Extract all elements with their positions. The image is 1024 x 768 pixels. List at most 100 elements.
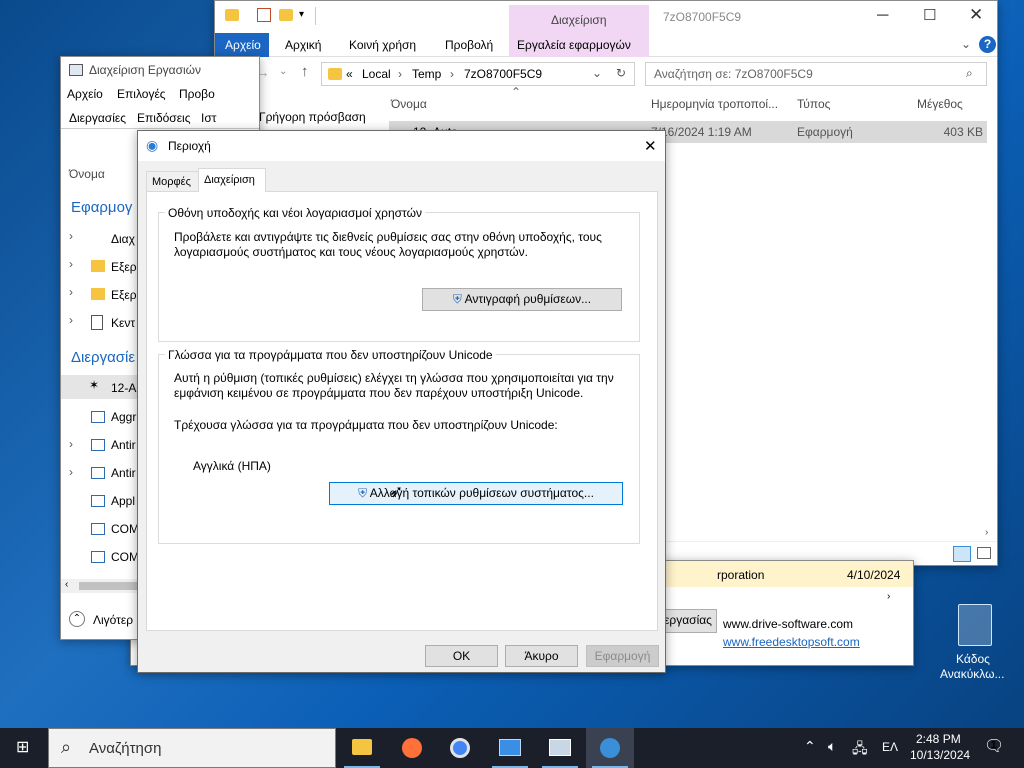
- breadcrumb-overflow[interactable]: «: [346, 67, 353, 81]
- chevron-up-icon[interactable]: ⌃: [69, 611, 85, 627]
- expand-icon[interactable]: ›: [69, 285, 73, 299]
- list-item[interactable]: Εξερ: [111, 288, 137, 302]
- current-language-value: Αγγλικά (ΗΠΑ): [193, 459, 271, 473]
- column-type[interactable]: Τύπος: [797, 97, 830, 111]
- address-bar[interactable]: « Local › Temp › 7zO8700F5C9 ⌄ ↻: [321, 62, 635, 86]
- menu-view[interactable]: Προβο: [179, 87, 215, 101]
- list-item[interactable]: COM: [111, 522, 139, 536]
- tab-app-tools[interactable]: Εργαλεία εφαρμογών: [509, 33, 649, 57]
- menu-file[interactable]: Αρχείο: [67, 87, 103, 101]
- list-item[interactable]: Aggr: [111, 410, 136, 424]
- taskbar-firefox[interactable]: [388, 728, 436, 768]
- list-item[interactable]: Εξερ: [111, 260, 137, 274]
- new-folder-icon[interactable]: [279, 9, 293, 21]
- welcome-description-2: λογαριασμούς συστήματος και τους νέους λ…: [174, 245, 528, 259]
- apply-button[interactable]: Εφαρμογή: [586, 645, 659, 667]
- speaker-muted-icon[interactable]: 🔈︎: [828, 738, 836, 755]
- close-button[interactable]: ✕: [969, 5, 983, 25]
- taskbar-file-explorer[interactable]: [338, 728, 386, 768]
- up-icon[interactable]: ↑: [301, 63, 309, 80]
- column-date[interactable]: Ημερομηνία τροποποί...: [651, 97, 778, 111]
- region-dialog: ◉ Περιοχή ✕ Μορφές Διαχείριση Οθόνη υποδ…: [137, 130, 666, 673]
- breadcrumb-temp[interactable]: Temp: [412, 67, 441, 81]
- list-item[interactable]: COM: [111, 550, 139, 564]
- input-language[interactable]: ΕΛ: [882, 740, 898, 754]
- folder-icon: [91, 288, 105, 300]
- taskbar-search[interactable]: ⌕ Αναζήτηση: [48, 728, 336, 768]
- folder-icon[interactable]: [225, 9, 239, 21]
- end-task-button[interactable]: εργασίας: [659, 609, 717, 633]
- clock-date[interactable]: 10/13/2024: [910, 748, 970, 762]
- tab-file[interactable]: Αρχείο: [215, 33, 269, 57]
- notifications-button[interactable]: 🗨︎ 1: [982, 736, 1004, 758]
- recent-dropdown-icon[interactable]: ⌄: [279, 66, 287, 77]
- list-item[interactable]: Antir: [111, 438, 136, 452]
- start-button[interactable]: ⊞: [0, 728, 48, 768]
- refresh-icon[interactable]: ↻: [616, 66, 626, 80]
- firefox-icon: [402, 738, 422, 758]
- taskbar-task-manager[interactable]: [536, 728, 584, 768]
- change-system-locale-button[interactable]: ⛨ Αλλαγή τοπικών ρυθμίσεων συστήματος...: [329, 482, 623, 505]
- close-button[interactable]: ✕: [644, 137, 657, 155]
- list-item[interactable]: Appl: [111, 494, 135, 508]
- notification-count: 1: [991, 740, 997, 751]
- unicode-group-title: Γλώσσα για τα προγράμματα που δεν υποστη…: [165, 348, 496, 362]
- tab-view[interactable]: Προβολή: [445, 38, 493, 52]
- expand-icon[interactable]: ›: [69, 257, 73, 271]
- column-size[interactable]: Μέγεθος: [917, 97, 963, 111]
- region-title: Περιοχή: [168, 139, 211, 153]
- fewer-details-link[interactable]: Λιγότερ: [93, 613, 133, 627]
- expand-icon[interactable]: ›: [69, 437, 73, 451]
- control-panel-icon: [499, 739, 521, 756]
- chevron-up-icon[interactable]: ⌃: [804, 738, 816, 755]
- minimize-button[interactable]: ─: [877, 7, 888, 25]
- maximize-button[interactable]: ☐: [923, 6, 936, 24]
- ok-button[interactable]: OK: [425, 645, 498, 667]
- large-icons-view-icon[interactable]: [977, 547, 991, 559]
- network-icon[interactable]: 🖧: [852, 738, 868, 762]
- scroll-left-icon[interactable]: ‹: [65, 579, 68, 590]
- tab-performance[interactable]: Επιδόσεις: [137, 111, 191, 125]
- expand-icon[interactable]: ›: [69, 313, 73, 327]
- help-icon[interactable]: ?: [979, 36, 996, 53]
- taskbar-region[interactable]: [586, 728, 634, 768]
- breadcrumb-separator-icon: ›: [398, 67, 402, 81]
- recycle-bin-shortcut[interactable]: Κάδος Ανακύκλω...: [936, 600, 1014, 684]
- quick-access-dropdown-icon[interactable]: ▾: [299, 9, 304, 20]
- clock-time[interactable]: 2:48 PM: [916, 732, 961, 746]
- list-item[interactable]: Διαχ: [111, 232, 135, 246]
- expand-icon[interactable]: ›: [69, 465, 73, 479]
- column-name[interactable]: Όνομα: [391, 97, 427, 111]
- copy-settings-button[interactable]: ⛨ Αντιγραφή ρυθμίσεων...: [422, 288, 622, 311]
- column-name[interactable]: Όνομα: [69, 167, 105, 181]
- address-dropdown-icon[interactable]: ⌄: [592, 66, 602, 80]
- menu-options[interactable]: Επιλογές: [117, 87, 166, 101]
- search-icon[interactable]: ⌕: [966, 66, 973, 81]
- cancel-button[interactable]: Άκυρο: [505, 645, 578, 667]
- taskbar-control-panel[interactable]: [486, 728, 534, 768]
- tab-processes[interactable]: Διεργασίες: [69, 111, 126, 125]
- details-view-icon[interactable]: [953, 546, 971, 562]
- expand-icon[interactable]: ›: [69, 229, 73, 243]
- list-item[interactable]: Antir: [111, 466, 136, 480]
- globe-icon: ◉: [146, 137, 159, 153]
- properties-icon[interactable]: [257, 8, 271, 22]
- tab-administrative[interactable]: Διαχείριση: [198, 168, 266, 192]
- scroll-right-icon[interactable]: ›: [887, 591, 890, 602]
- list-item[interactable]: Κεντ: [111, 316, 135, 330]
- tab-share[interactable]: Κοινή χρήση: [349, 38, 416, 52]
- tab-history[interactable]: Ιστ: [201, 111, 216, 125]
- drive-software-link[interactable]: www.drive-software.com: [723, 617, 853, 631]
- tab-home[interactable]: Αρχική: [285, 38, 321, 52]
- nav-quick-access[interactable]: Γρήγορη πρόσβαση: [259, 110, 366, 124]
- tab-formats[interactable]: Μορφές: [146, 171, 200, 191]
- search-box[interactable]: Αναζήτηση σε: 7zO8700F5C9 ⌕: [645, 62, 987, 86]
- freedesktopsoft-link[interactable]: www.freedesktopsoft.com: [723, 635, 860, 649]
- breadcrumb-current[interactable]: 7zO8700F5C9: [464, 67, 542, 81]
- company-text: rporation: [717, 568, 765, 582]
- scroll-right-icon[interactable]: ›: [985, 527, 988, 538]
- breadcrumb-local[interactable]: Local: [362, 67, 391, 81]
- taskbar-chrome[interactable]: [436, 728, 484, 768]
- tab-app-tools-label: Εργαλεία εφαρμογών: [517, 38, 631, 52]
- ribbon-expand-icon[interactable]: ⌄: [961, 37, 971, 51]
